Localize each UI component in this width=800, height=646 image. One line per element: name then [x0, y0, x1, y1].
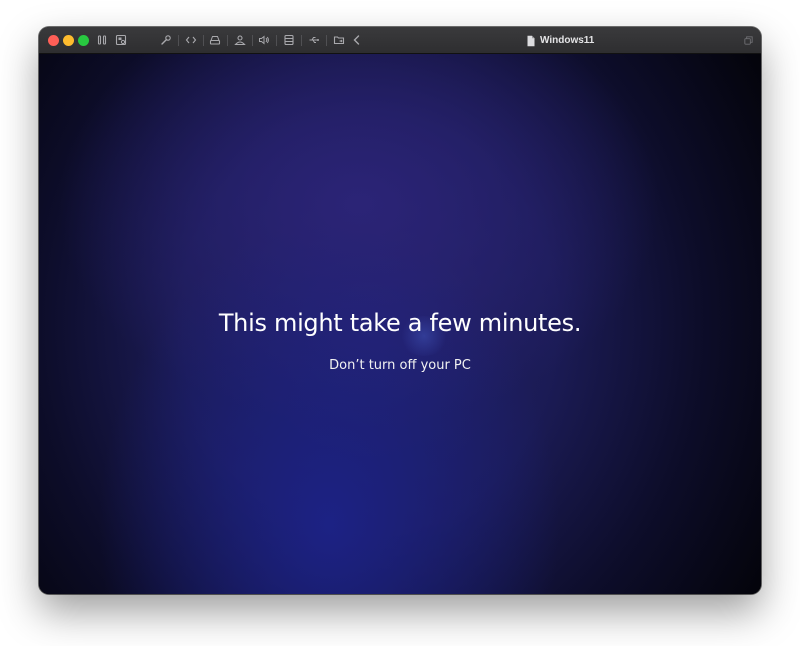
code-brackets-icon[interactable] [185, 34, 197, 46]
back-chevron-icon[interactable] [351, 34, 363, 46]
usb-icon[interactable] [308, 34, 320, 46]
title-bar: Windows11 [39, 27, 761, 54]
update-headline: This might take a few minutes. [218, 309, 582, 337]
user-account-icon[interactable] [234, 34, 246, 46]
drive-icon[interactable] [209, 34, 221, 46]
toolbar-separator [252, 35, 253, 46]
window-title-text: Windows11 [540, 35, 595, 46]
storage-icon[interactable] [283, 34, 295, 46]
restore-window-icon[interactable] [742, 34, 754, 46]
speaker-icon[interactable] [258, 34, 270, 46]
document-icon [526, 35, 536, 47]
toolbar-separator [178, 35, 179, 46]
zoom-button[interactable] [78, 35, 89, 46]
update-subline: Don’t turn off your PC [329, 358, 471, 373]
toolbar-separator [276, 35, 277, 46]
toolbar-separator [227, 35, 228, 46]
settings-wrench-icon[interactable] [160, 34, 172, 46]
toolbar-separator [301, 35, 302, 46]
toolbar-separator [203, 35, 204, 46]
window-title: Windows11 [526, 33, 594, 48]
minimize-button[interactable] [63, 35, 74, 46]
toolbar-separator [326, 35, 327, 46]
close-button[interactable] [48, 35, 59, 46]
folder-share-icon[interactable] [333, 34, 345, 46]
snapshot-icon[interactable] [115, 34, 127, 46]
pause-icon[interactable] [96, 34, 108, 46]
vm-window: Windows11 This might take a few minutes.… [39, 27, 761, 594]
vm-screen[interactable]: This might take a few minutes. Don’t tur… [39, 54, 761, 594]
